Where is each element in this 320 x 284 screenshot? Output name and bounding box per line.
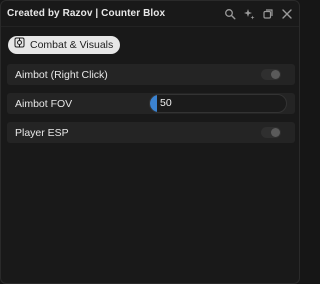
- title-bar-controls: [223, 7, 293, 20]
- aimbot-fov-slider[interactable]: 50: [149, 94, 287, 113]
- aimbot-fov-label: Aimbot FOV: [15, 97, 73, 110]
- player-esp-toggle[interactable]: [261, 127, 281, 138]
- sparkles-icon[interactable]: [242, 7, 255, 20]
- minimize-icon[interactable]: [261, 7, 274, 20]
- tab-combat-visuals[interactable]: Combat & Visuals: [8, 36, 121, 54]
- title-bar[interactable]: Created by Razov | Counter Blox: [1, 1, 299, 27]
- script-window: Created by Razov | Counter Blox Combat &…: [0, 0, 300, 284]
- aimbot-fov-row: Aimbot FOV 50: [7, 93, 295, 114]
- tab-bar: Combat & Visuals: [8, 35, 121, 54]
- target-icon: [14, 36, 25, 54]
- toggle-knob: [271, 70, 280, 79]
- slider-value: 50: [160, 97, 172, 109]
- aimbot-toggle-row[interactable]: Aimbot (Right Click): [7, 64, 295, 85]
- slider-fill: [150, 95, 157, 112]
- aimbot-label: Aimbot (Right Click): [15, 68, 108, 81]
- aimbot-toggle[interactable]: [261, 69, 281, 80]
- toggle-knob: [271, 128, 280, 137]
- tab-label: Combat & Visuals: [30, 39, 114, 51]
- search-icon[interactable]: [223, 7, 236, 20]
- window-title: Created by Razov | Counter Blox: [7, 8, 166, 19]
- player-esp-toggle-row[interactable]: Player ESP: [7, 122, 295, 143]
- player-esp-label: Player ESP: [15, 126, 69, 139]
- close-icon[interactable]: [280, 7, 293, 20]
